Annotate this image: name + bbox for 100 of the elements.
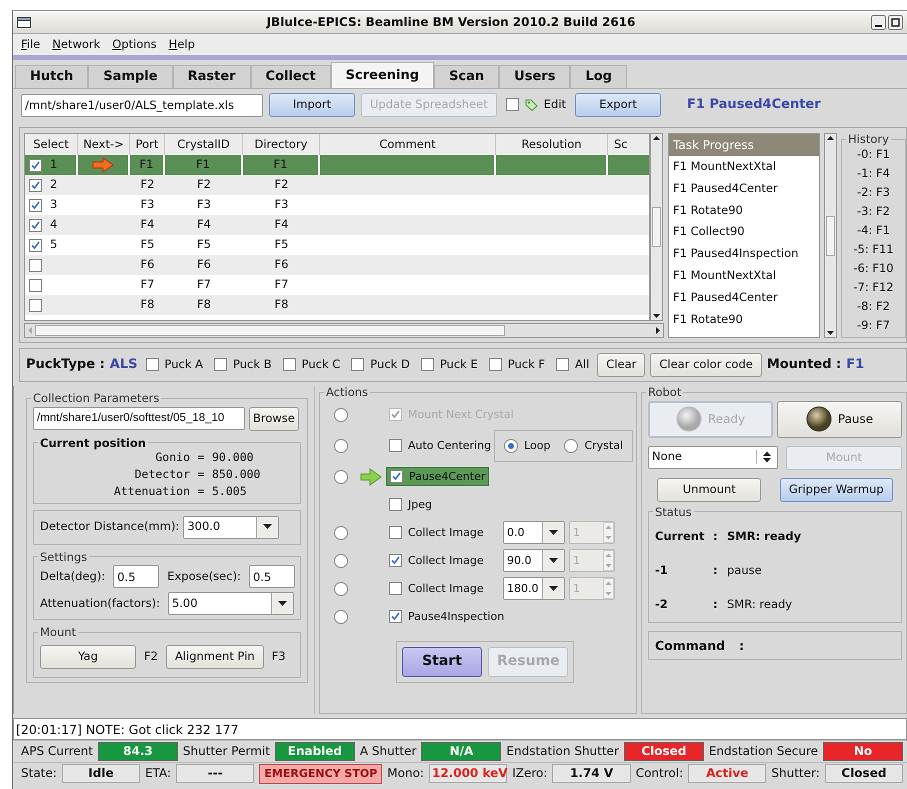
checkbox[interactable]: [29, 298, 42, 312]
tab[interactable]: Screening: [330, 62, 434, 88]
tab[interactable]: Sample: [88, 65, 173, 88]
checkbox[interactable]: [29, 218, 42, 232]
table-row[interactable]: 1 F1 F1 F1: [25, 155, 649, 175]
toolbar-button[interactable]: Import: [269, 93, 355, 117]
list-item[interactable]: F1 Paused4Center: [669, 286, 819, 309]
menu-item[interactable]: Help: [168, 38, 195, 52]
tab[interactable]: Raster: [172, 65, 251, 88]
checkbox[interactable]: [29, 158, 42, 172]
checkbox[interactable]: [488, 358, 502, 372]
horizontal-scrollbar[interactable]: [24, 323, 664, 338]
table-cell-text: F5: [140, 236, 156, 254]
vertical-scrollbar[interactable]: [650, 133, 663, 321]
action-button[interactable]: Start: [402, 646, 482, 677]
path-field[interactable]: /mnt/share1/user0/softtest/05_18_10: [33, 406, 245, 430]
delta-field[interactable]: 0.5: [113, 565, 160, 588]
scroll-down-icon[interactable]: [652, 312, 661, 320]
tab[interactable]: Log: [570, 65, 627, 88]
checkbox[interactable]: [351, 358, 364, 372]
checkbox[interactable]: [389, 582, 402, 596]
menu-item[interactable]: Options: [112, 38, 157, 52]
checkbox[interactable]: [29, 178, 42, 192]
status-value: SMR: ready: [727, 598, 794, 612]
list-item[interactable]: F1 MountNextXtal: [669, 156, 819, 178]
vertical-scrollbar[interactable]: [824, 133, 837, 338]
clear-button[interactable]: Clear color code: [650, 353, 762, 377]
checkbox[interactable]: [420, 358, 434, 372]
checkbox[interactable]: [556, 358, 570, 372]
emergency-stop-button[interactable]: EMERGENCY STOP: [259, 764, 382, 784]
list-item[interactable]: F1 Paused4Inspection: [669, 243, 819, 265]
checkbox-label: Puck F: [508, 358, 546, 372]
clear-button[interactable]: Clear: [597, 353, 646, 377]
checkbox[interactable]: [29, 278, 42, 292]
mount-button[interactable]: Alignment Pin: [166, 644, 264, 669]
mount-button[interactable]: Yag: [40, 644, 136, 669]
minimize-icon[interactable]: [871, 14, 886, 30]
file-path-field[interactable]: /mnt/share1/user0/ALS_template.xls: [21, 94, 263, 116]
checkbox[interactable]: [506, 98, 519, 112]
checkbox[interactable]: [389, 439, 402, 452]
status-value: 12.000 keV: [428, 764, 508, 783]
tab[interactable]: Hutch: [15, 65, 88, 88]
lamp-button[interactable]: Pause: [777, 400, 902, 438]
panel-title: Mount: [39, 626, 78, 639]
checkbox[interactable]: [389, 498, 402, 512]
dropdown[interactable]: 300.0: [183, 516, 280, 539]
checkbox[interactable]: [214, 358, 228, 372]
port-select[interactable]: None: [648, 446, 778, 469]
scroll-up-icon[interactable]: [652, 134, 661, 142]
checkbox[interactable]: [282, 358, 296, 372]
scroll-up-icon[interactable]: [826, 134, 835, 142]
checkbox[interactable]: [389, 554, 402, 568]
tab[interactable]: Collect: [250, 65, 331, 88]
list-item[interactable]: F1 Rotate90: [669, 308, 819, 330]
scroll-thumb[interactable]: [826, 216, 835, 256]
dropdown[interactable]: 0.0: [503, 521, 565, 544]
dropdown[interactable]: 5.00: [168, 592, 294, 616]
stepper-icon[interactable]: [761, 450, 773, 464]
status-key: -1: [655, 564, 713, 578]
status-label: Endstation Secure: [708, 744, 818, 759]
panel-title: Status: [654, 506, 693, 518]
menu-item[interactable]: File: [21, 38, 40, 52]
radio-button[interactable]: [564, 438, 578, 453]
expose-field[interactable]: 0.5: [248, 565, 295, 588]
radio-button[interactable]: [334, 526, 348, 540]
checkbox[interactable]: [29, 198, 42, 212]
list-item[interactable]: F1 Paused4Center: [669, 178, 819, 200]
list-item[interactable]: F1 Collect90: [669, 221, 819, 244]
list-item[interactable]: F1 MountNextXtal: [669, 264, 819, 287]
tab[interactable]: Users: [499, 65, 570, 88]
checkbox[interactable]: [390, 470, 403, 484]
robot-button[interactable]: Unmount: [657, 478, 762, 502]
status-value: pause: [727, 564, 763, 578]
browse-button[interactable]: Browse: [249, 406, 299, 431]
checkbox[interactable]: [389, 526, 402, 540]
toolbar-button[interactable]: Export: [575, 93, 662, 117]
scroll-thumb[interactable]: [35, 325, 505, 336]
caret-icon: [549, 530, 558, 536]
checkbox[interactable]: [29, 238, 42, 252]
radio-button[interactable]: [334, 438, 348, 453]
history-item: -8: F2: [856, 300, 891, 315]
checkbox[interactable]: [389, 610, 402, 624]
scroll-thumb[interactable]: [652, 207, 661, 247]
radio-button[interactable]: [334, 582, 348, 596]
maximize-icon[interactable]: [888, 14, 903, 30]
checkbox[interactable]: [146, 358, 158, 372]
radio-button[interactable]: [504, 438, 518, 453]
list-item[interactable]: F1 Rotate90: [669, 200, 819, 222]
menu-item[interactable]: Network: [52, 38, 100, 52]
scroll-down-icon[interactable]: [826, 329, 835, 337]
dropdown[interactable]: 180.0: [503, 577, 565, 600]
status-label: IZero:: [512, 766, 548, 781]
radio-button[interactable]: [334, 610, 348, 624]
checkbox[interactable]: [29, 258, 42, 272]
tab[interactable]: Scan: [434, 65, 500, 88]
robot-button[interactable]: Gripper Warmup: [780, 478, 893, 502]
radio-button[interactable]: [334, 470, 348, 484]
list-header: Task Progress: [669, 134, 819, 156]
dropdown[interactable]: 90.0: [503, 549, 565, 572]
radio-button[interactable]: [334, 554, 348, 568]
